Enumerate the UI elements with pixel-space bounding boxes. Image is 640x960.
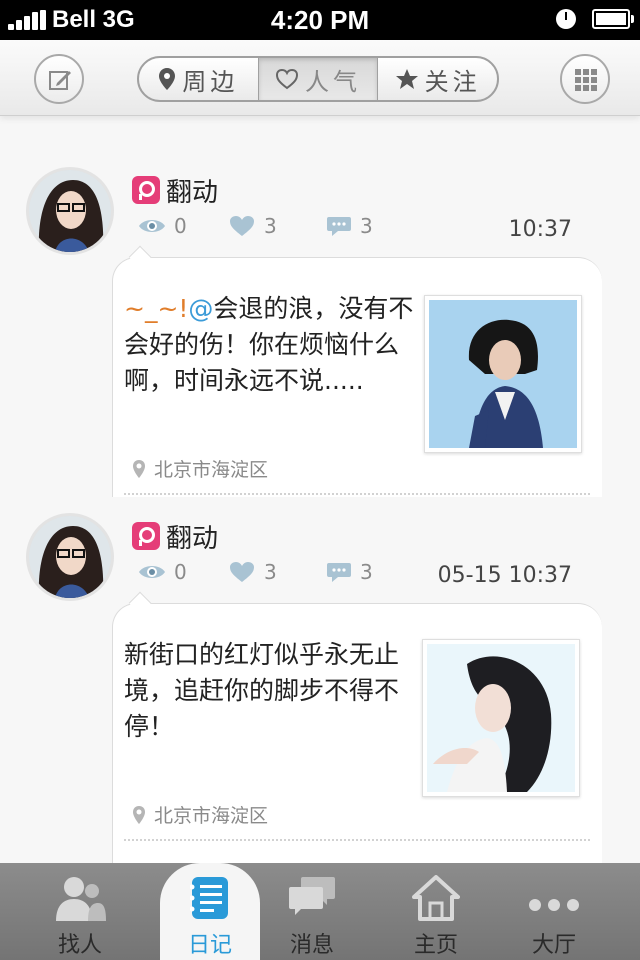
heart-icon [230, 216, 254, 236]
tab-diary-label: 日记 [187, 933, 232, 958]
heart-icon [275, 68, 299, 90]
grid-menu-button[interactable] [560, 54, 610, 104]
location-pin-icon [158, 67, 176, 91]
people-icon [16, 875, 144, 925]
nav-bar: 周边 人气 关注 [0, 40, 640, 116]
username[interactable]: 翻动 [166, 172, 218, 209]
like-count[interactable]: 3 [228, 214, 277, 238]
tab-messages[interactable]: 消息 [248, 863, 376, 960]
compose-button[interactable] [34, 54, 84, 104]
eye-icon [139, 566, 165, 578]
post-time: 10:37 [508, 217, 572, 242]
more-dots-icon [490, 875, 618, 925]
feed-post[interactable]: 翻动 0 3 3 05-15 10:37 新街口的红灯似乎永无止境，追赶你的脚步… [0, 497, 640, 863]
like-count-value: 3 [264, 214, 277, 238]
star-icon [395, 68, 419, 90]
post-location[interactable]: 北京市海淀区 [132, 455, 268, 482]
post-location-label: 北京市海淀区 [154, 459, 269, 481]
status-time: 4:20 PM [270, 5, 370, 35]
comment-icon [327, 563, 351, 582]
app-badge-icon [132, 522, 160, 550]
comment-count[interactable]: 3 [326, 214, 373, 238]
tab-hall[interactable]: 大厅 [490, 863, 618, 960]
post-text: 新街口的红灯似乎永无止境，追赶你的脚步不得不停！ [124, 640, 400, 741]
status-bar: Bell 3G 4:20 PM [0, 0, 640, 40]
tab-following-label: 关注 [424, 67, 481, 96]
post-photo[interactable] [424, 295, 582, 453]
tab-popular-label: 人气 [305, 67, 361, 96]
post-time: 05-15 10:37 [437, 563, 572, 588]
tab-nearby[interactable]: 周边 [139, 58, 258, 100]
comment-icon [327, 217, 351, 236]
post-location-label: 北京市海淀区 [154, 805, 269, 827]
post-divider [124, 493, 590, 495]
avatar[interactable] [26, 513, 114, 601]
diary-feed: 翻动 0 3 3 10:37 ~_~!@会退的浪，没有不会好的伤！你在烦恼什么啊… [0, 117, 640, 863]
post-divider [124, 839, 590, 841]
post-photo[interactable] [422, 639, 580, 797]
tab-home-label: 主页 [413, 933, 458, 958]
view-count-value: 0 [174, 560, 187, 584]
chat-bubbles-icon [248, 875, 376, 925]
alarm-icon [556, 9, 576, 29]
tab-bar: 找人 日记 消息 主页 大厅 [0, 863, 640, 960]
location-pin-icon [133, 805, 145, 824]
view-count: 0 [138, 214, 187, 238]
compose-icon [49, 71, 71, 90]
app-badge-icon [132, 176, 160, 204]
location-pin-icon [133, 459, 145, 478]
comment-count-value: 3 [360, 214, 373, 238]
comment-count-value: 3 [360, 560, 373, 584]
tab-following[interactable]: 关注 [377, 58, 497, 100]
tab-nearby-label: 周边 [182, 67, 239, 96]
post-location[interactable]: 北京市海淀区 [132, 801, 268, 828]
tab-find-people[interactable]: 找人 [16, 863, 144, 960]
battery-icon [592, 9, 634, 29]
tab-popular[interactable]: 人气 [257, 58, 378, 100]
tab-diary[interactable]: 日记 [160, 863, 260, 960]
post-text: ~_~!@会退的浪，没有不会好的伤！你在烦恼什么啊，时间永远不说..... [124, 294, 414, 395]
avatar[interactable] [26, 167, 114, 255]
feed-post[interactable]: 翻动 0 3 3 10:37 ~_~!@会退的浪，没有不会好的伤！你在烦恼什么啊… [0, 117, 640, 497]
grid-icon [575, 69, 597, 91]
home-icon [372, 875, 500, 925]
eye-icon [139, 220, 165, 232]
tab-hall-label: 大厅 [531, 933, 576, 958]
tab-messages-label: 消息 [289, 933, 334, 958]
tab-find-people-label: 找人 [57, 933, 102, 958]
like-count[interactable]: 3 [228, 560, 277, 584]
tab-home[interactable]: 主页 [372, 863, 500, 960]
view-count: 0 [138, 560, 187, 584]
username[interactable]: 翻动 [166, 518, 218, 555]
notebook-icon [160, 875, 260, 925]
like-count-value: 3 [264, 560, 277, 584]
view-count-value: 0 [174, 214, 187, 238]
feed-filter-segmented-control: 周边 人气 关注 [137, 56, 499, 102]
heart-icon [230, 562, 254, 582]
comment-count[interactable]: 3 [326, 560, 373, 584]
